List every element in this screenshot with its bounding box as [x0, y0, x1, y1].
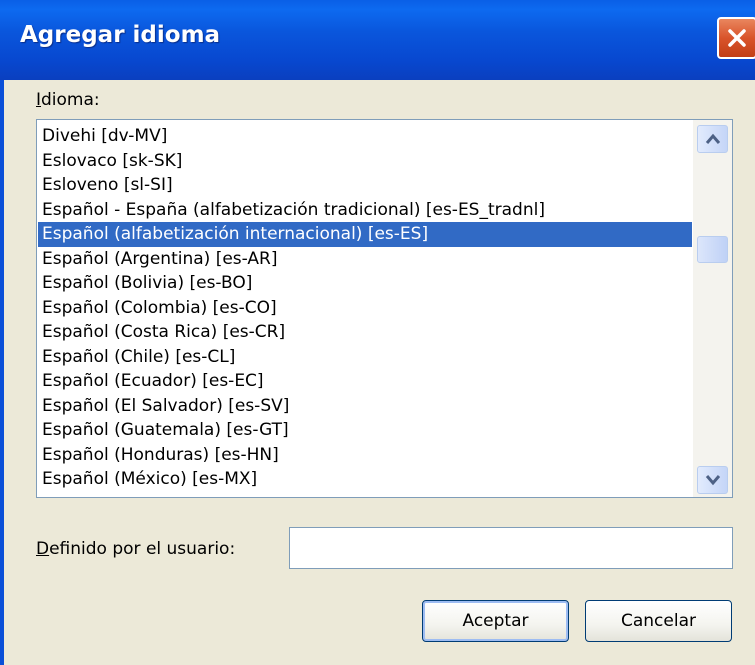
- language-label-rest: dioma:: [41, 90, 100, 110]
- list-item[interactable]: Español (México) [es-MX]: [38, 467, 692, 492]
- cancel-button[interactable]: Cancelar: [585, 600, 732, 642]
- language-listbox[interactable]: Divehi [dv-MV] Eslovaco [sk-SK] Esloveno […: [36, 119, 733, 498]
- scroll-thumb[interactable]: [697, 236, 728, 263]
- arrow-down-icon: [705, 475, 721, 486]
- window-border: [0, 80, 4, 665]
- close-icon: [728, 29, 746, 47]
- user-defined-label-rest: efinido por el usuario:: [49, 539, 236, 559]
- list-item[interactable]: Esloveno [sl-SI]: [38, 173, 692, 198]
- list-item[interactable]: Eslovaco [sk-SK]: [38, 149, 692, 174]
- language-label: Idioma:: [36, 90, 100, 110]
- title-bar[interactable]: Agregar idioma: [0, 0, 755, 80]
- list-item[interactable]: Español (El Salvador) [es-SV]: [38, 394, 692, 419]
- vertical-scrollbar[interactable]: [693, 120, 732, 497]
- language-list: Divehi [dv-MV] Eslovaco [sk-SK] Esloveno […: [38, 124, 692, 492]
- arrow-up-icon: [705, 133, 721, 144]
- list-item[interactable]: Español (Argentina) [es-AR]: [38, 247, 692, 272]
- user-defined-label: Definido por el usuario:: [36, 539, 235, 559]
- list-item[interactable]: Español (Honduras) [es-HN]: [38, 443, 692, 468]
- list-item[interactable]: Divehi [dv-MV]: [38, 124, 692, 149]
- close-button[interactable]: [717, 17, 755, 59]
- list-item[interactable]: Español (Costa Rica) [es-CR]: [38, 320, 692, 345]
- list-item[interactable]: Español (Ecuador) [es-EC]: [38, 369, 692, 394]
- list-item[interactable]: Español (Colombia) [es-CO]: [38, 296, 692, 321]
- ok-button[interactable]: Aceptar: [422, 600, 569, 642]
- window-title: Agregar idioma: [20, 22, 221, 48]
- list-item[interactable]: Español (Bolivia) [es-BO]: [38, 271, 692, 296]
- scroll-up-button[interactable]: [697, 125, 728, 153]
- list-item[interactable]: Español (Guatemala) [es-GT]: [38, 418, 692, 443]
- user-defined-input[interactable]: [289, 527, 733, 569]
- list-item[interactable]: Español (alfabetización internacional) […: [38, 222, 692, 247]
- scroll-down-button[interactable]: [697, 466, 728, 494]
- list-item[interactable]: Español - España (alfabetización tradici…: [38, 198, 692, 223]
- user-defined-label-mnemonic: D: [36, 539, 50, 559]
- list-item[interactable]: Español (Chile) [es-CL]: [38, 345, 692, 370]
